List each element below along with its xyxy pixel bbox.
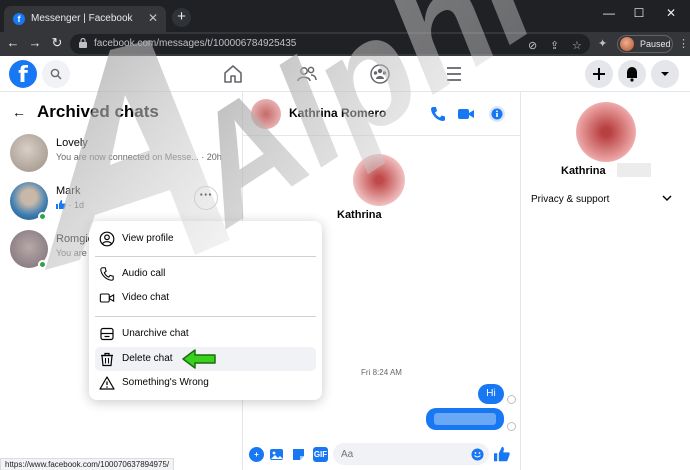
back-arrow-icon[interactable]: ← [12, 104, 26, 120]
forward-icon[interactable]: → [26, 35, 44, 50]
message-input[interactable] [333, 443, 489, 465]
minimize-icon[interactable]: — [598, 6, 620, 20]
emoji-icon[interactable] [471, 448, 484, 461]
plus-icon [593, 68, 605, 80]
seen-indicator [507, 395, 516, 404]
menu-icon[interactable] [443, 63, 465, 85]
sticker-icon[interactable] [291, 447, 306, 462]
profile-avatar [353, 154, 405, 206]
browser-toolbar: ← → ↻ facebook.com/messages/t/1000067849… [0, 32, 690, 56]
browser-tab-bar: f Messenger | Facebook ✕ + — ☐ ✕ [0, 0, 690, 32]
avatar[interactable] [251, 99, 281, 129]
name-redaction [617, 163, 651, 177]
trash-icon [101, 352, 113, 367]
account-button[interactable] [651, 60, 679, 88]
bell-icon [627, 67, 637, 82]
conversation-header: Kathrina Romero [243, 92, 520, 136]
create-button[interactable] [585, 60, 613, 88]
friends-icon[interactable] [296, 63, 318, 85]
search-icon [50, 68, 62, 80]
video-camera-icon [99, 293, 115, 303]
thumbs-up-icon[interactable] [494, 446, 510, 462]
privacy-support-section[interactable]: Privacy & support [531, 194, 609, 205]
star-icon[interactable]: ☆ [572, 39, 582, 52]
menu-label: Audio call [122, 268, 166, 279]
chat-options-button[interactable]: ··· [194, 186, 218, 210]
unarchive-icon [100, 327, 114, 341]
menu-item-something-wrong[interactable]: Something's Wrong [95, 371, 316, 395]
green-arrow-icon [182, 349, 216, 369]
panel-title: Archived chats [37, 102, 159, 121]
facebook-favicon-icon: f [13, 13, 25, 25]
chat-name: Mark [56, 185, 81, 197]
eye-off-icon[interactable]: ⊘ [528, 39, 537, 52]
chevron-down-icon[interactable] [661, 192, 673, 204]
menu-item-view-profile[interactable]: View profile [95, 227, 316, 251]
plus-circle-icon[interactable]: + [249, 447, 264, 462]
tab-title: Messenger | Facebook [31, 13, 133, 24]
browser-status-bar: https://www.facebook.com/100070637894975… [0, 458, 175, 470]
avatar [10, 134, 48, 172]
url-text: facebook.com/messages/t/100006784925435 [94, 38, 297, 49]
message-composer: + GIF [243, 440, 520, 470]
seen-indicator [507, 422, 516, 431]
menu-divider [95, 256, 316, 257]
profile-name: Kathrina [337, 209, 382, 221]
menu-item-audio-call[interactable]: Audio call [95, 262, 316, 286]
contact-info-panel: Kathrina Privacy & support [520, 92, 690, 470]
chat-preview-wrap: · 1d [56, 200, 84, 210]
message-bubble-blurred[interactable] [426, 408, 504, 430]
groups-icon[interactable] [369, 63, 391, 85]
address-bar[interactable]: facebook.com/messages/t/100006784925435 … [70, 34, 590, 54]
reload-icon[interactable]: ↻ [48, 35, 66, 51]
home-icon[interactable] [222, 63, 244, 85]
chat-preview: · 1d [68, 200, 85, 210]
menu-item-unarchive-chat[interactable]: Unarchive chat [95, 322, 316, 346]
thumbs-up-icon [56, 200, 66, 209]
notifications-button[interactable] [618, 60, 646, 88]
info-icon[interactable] [488, 105, 506, 123]
online-status-dot [38, 212, 47, 221]
new-tab-button[interactable]: + [172, 8, 191, 27]
gif-icon[interactable]: GIF [313, 447, 328, 462]
menu-item-video-chat[interactable]: Video chat [95, 286, 316, 310]
back-icon[interactable]: ← [4, 35, 22, 50]
contact-name: Kathrina [561, 165, 606, 177]
warning-icon [99, 376, 115, 390]
menu-label: View profile [122, 233, 174, 244]
share-icon[interactable]: ⇪ [550, 39, 559, 52]
browser-tab[interactable]: f Messenger | Facebook ✕ [4, 6, 166, 32]
phone-icon [100, 267, 114, 281]
menu-label: Something's Wrong [122, 377, 209, 388]
user-circle-icon [99, 231, 115, 247]
lock-icon [79, 38, 87, 48]
caret-down-icon [661, 72, 669, 76]
menu-label: Video chat [122, 292, 170, 303]
facebook-navbar: f [0, 56, 690, 92]
image-icon[interactable] [269, 447, 284, 462]
online-status-dot [38, 260, 47, 269]
video-camera-icon[interactable] [457, 105, 475, 123]
maximize-icon[interactable]: ☐ [628, 6, 650, 20]
extensions-icon[interactable]: ✦ [598, 37, 607, 50]
conversation-name[interactable]: Kathrina Romero [289, 106, 386, 120]
profile-status: Paused [640, 39, 671, 49]
chat-preview: You are now connected on Messe... · 20h [56, 152, 222, 162]
profile-avatar [620, 37, 634, 51]
chat-context-menu: View profile Audio call Video chat Unarc… [89, 221, 322, 400]
phone-icon[interactable] [429, 105, 447, 123]
tab-close-icon[interactable]: ✕ [148, 11, 158, 25]
contact-avatar [576, 102, 636, 162]
menu-label: Unarchive chat [122, 328, 189, 339]
facebook-logo[interactable]: f [9, 60, 37, 88]
menu-label: Delete chat [122, 353, 173, 364]
menu-dots-icon[interactable]: ⋮ [678, 37, 689, 50]
search-button[interactable] [42, 60, 70, 88]
chat-row-lovely[interactable]: Lovely You are now connected on Messe...… [0, 130, 243, 180]
menu-divider [95, 316, 316, 317]
window-close-icon[interactable]: ✕ [660, 6, 682, 20]
menu-item-delete-chat[interactable]: Delete chat [95, 347, 316, 371]
chat-name: Lovely [56, 137, 88, 149]
message-bubble[interactable]: Hi [478, 384, 504, 404]
